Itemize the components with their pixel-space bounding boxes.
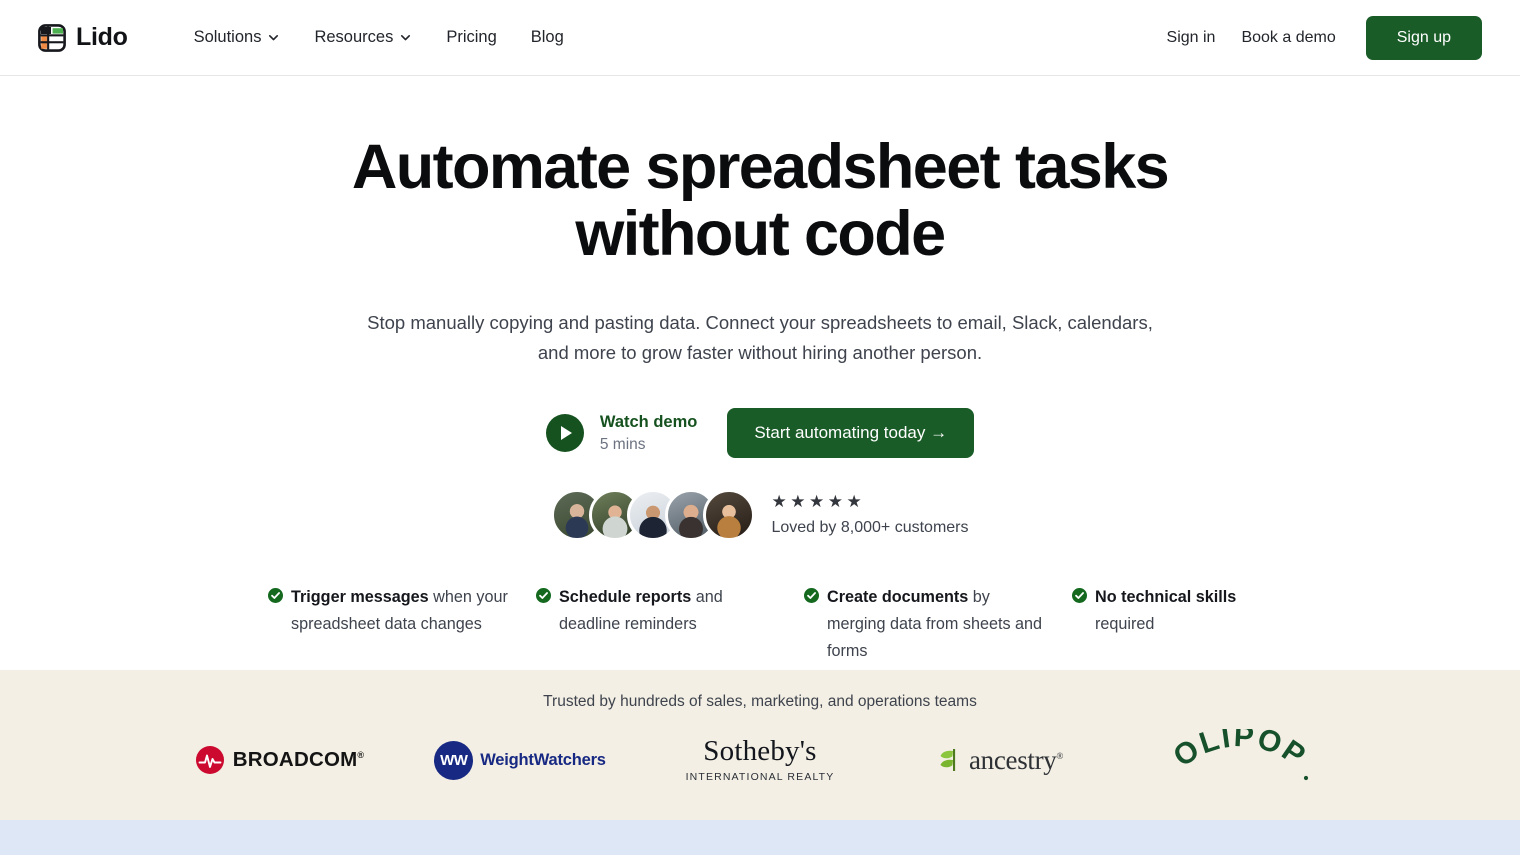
feature-bold: Create documents xyxy=(827,588,969,606)
trust-label: Trusted by hundreds of sales, marketing,… xyxy=(543,693,977,710)
star-rating: ★ ★ ★ ★ ★ xyxy=(771,493,968,510)
page-title: Automate spreadsheet tasks without code xyxy=(310,134,1210,268)
chevron-down-icon xyxy=(269,34,279,41)
chevron-down-icon xyxy=(401,34,411,41)
star-icon: ★ xyxy=(808,492,825,511)
check-circle-icon xyxy=(536,587,551,603)
watch-demo-duration: 5 mins xyxy=(599,435,646,453)
olipop-wordmark-icon: OLIPOP xyxy=(1168,729,1313,781)
ancestry-wordmark: ancestry® xyxy=(968,744,1064,775)
nav-item-label: Blog xyxy=(530,28,564,46)
feature-list: Trigger messages when your spreadsheet d… xyxy=(260,584,1260,665)
logo-weightwatchers: WW WeightWatchers xyxy=(400,727,640,793)
primary-nav: Solutions Resources Pricing Blog xyxy=(194,28,564,47)
feature-item: No technical skills required xyxy=(1072,584,1268,665)
brand-logo[interactable]: Lido xyxy=(38,23,128,52)
ancestry-leaf-icon xyxy=(940,749,956,771)
broadcom-wordmark: BROADCOM® xyxy=(232,748,365,771)
avatar xyxy=(703,489,756,541)
star-icon: ★ xyxy=(846,492,862,511)
book-demo-link[interactable]: Book a demo xyxy=(1241,29,1335,47)
broadcom-mark-icon xyxy=(195,746,224,774)
star-icon: ★ xyxy=(790,492,806,511)
social-proof-caption: Loved by 8,000+ customers xyxy=(771,519,969,536)
trust-band: Trusted by hundreds of sales, marketing,… xyxy=(0,670,1520,820)
hero-title-line2: without code xyxy=(575,199,946,269)
nav-item-pricing[interactable]: Pricing xyxy=(446,28,496,47)
nav-item-label: Resources xyxy=(314,28,394,46)
watch-demo-button[interactable]: Watch demo 5 mins xyxy=(545,412,698,454)
feature-item: Trigger messages when your spreadsheet d… xyxy=(268,584,536,665)
bottom-stripe xyxy=(0,820,1520,855)
nav-item-label: Pricing xyxy=(446,28,497,46)
check-circle-icon xyxy=(268,587,283,603)
logo-ancestry: ancestry® xyxy=(880,727,1120,793)
hero-title-line1: Automate spreadsheet tasks xyxy=(351,132,1170,202)
sothebys-wordmark: Sotheby's xyxy=(703,735,817,768)
hero-cta-row: Watch demo 5 mins Start automating today… xyxy=(0,408,1520,458)
header-actions: Sign in Book a demo Sign up xyxy=(1167,15,1482,60)
customer-logo-row: BROADCOM® WW WeightWatchers Sotheby's IN… xyxy=(0,727,1520,793)
check-circle-icon xyxy=(1072,587,1087,603)
feature-bold: Schedule reports xyxy=(559,588,692,606)
feature-item: Schedule reports and deadline reminders xyxy=(536,584,804,665)
ww-mark-icon: WW xyxy=(434,740,474,780)
start-automating-button[interactable]: Start automating today → xyxy=(727,408,975,458)
social-proof: ★ ★ ★ ★ ★ Loved by 8,000+ customers xyxy=(0,489,1520,541)
brand-name: Lido xyxy=(76,23,128,51)
logo-sothebys: Sotheby's INTERNATIONAL REALTY xyxy=(640,727,880,793)
star-icon: ★ xyxy=(827,492,843,511)
avatar-group xyxy=(551,489,756,541)
feature-rest: required xyxy=(1095,615,1155,633)
check-circle-icon xyxy=(804,587,819,603)
watch-demo-label: Watch demo xyxy=(599,413,698,431)
site-header: Lido Solutions Resources Pricing Blog Si… xyxy=(0,0,1520,76)
hero-subtitle: Stop manually copying and pasting data. … xyxy=(367,312,1153,363)
sign-in-link[interactable]: Sign in xyxy=(1167,29,1216,47)
nav-item-solutions[interactable]: Solutions xyxy=(194,28,281,47)
play-icon xyxy=(545,414,584,452)
nav-item-blog[interactable]: Blog xyxy=(531,28,564,47)
weightwatchers-wordmark: WeightWatchers xyxy=(480,750,606,769)
star-icon: ★ xyxy=(771,492,787,511)
feature-item: Create documents by merging data from sh… xyxy=(804,584,1072,665)
hero-section: Automate spreadsheet tasks without code … xyxy=(0,76,1520,665)
sign-up-button[interactable]: Sign up xyxy=(1365,15,1482,60)
page-root: Lido Solutions Resources Pricing Blog Si… xyxy=(0,0,1520,855)
nav-item-resources[interactable]: Resources xyxy=(314,28,412,47)
logo-olipop: OLIPOP xyxy=(1120,727,1360,793)
nav-item-label: Solutions xyxy=(193,28,262,46)
svg-text:OLIPOP: OLIPOP xyxy=(1168,729,1313,774)
feature-bold: Trigger messages xyxy=(291,588,429,606)
feature-bold: No technical skills xyxy=(1095,588,1237,606)
logo-broadcom: BROADCOM® xyxy=(160,727,400,793)
ww-letters: WW xyxy=(440,751,468,769)
sothebys-tagline: INTERNATIONAL REALTY xyxy=(685,771,835,784)
lido-grid-icon xyxy=(38,23,66,52)
